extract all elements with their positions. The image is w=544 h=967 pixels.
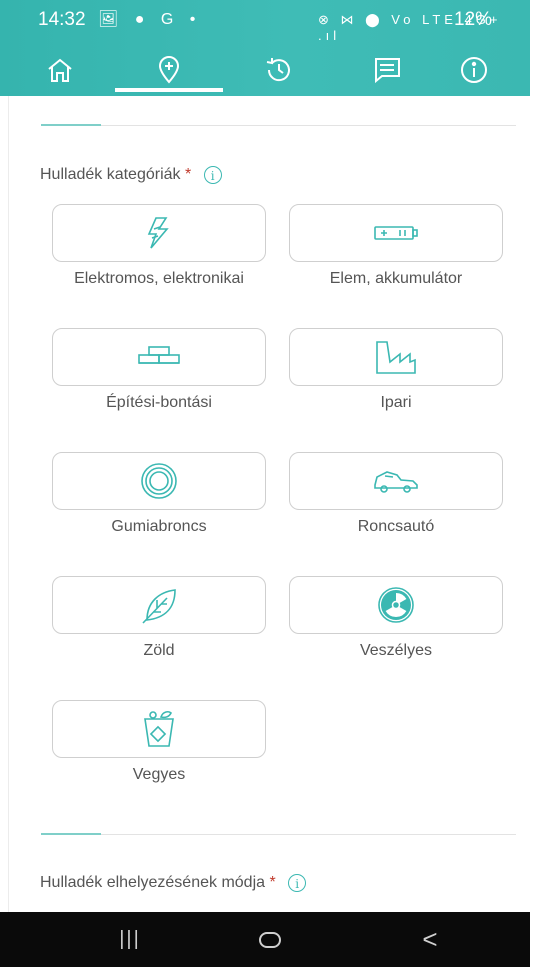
placement-label: Hulladék elhelyezésének módja: [40, 874, 266, 892]
lightning-icon: [147, 217, 169, 249]
section-divider: [41, 834, 516, 835]
home-icon: [48, 58, 72, 82]
active-tab-indicator: [115, 88, 223, 92]
system-nav-bar: ||| <: [0, 912, 530, 967]
mixed-bin-icon: [144, 711, 174, 747]
message-icon: [375, 58, 400, 84]
status-notification-icons: 🖼 ● G •: [98, 11, 202, 28]
category-label: Ipari: [380, 394, 412, 411]
recents-button[interactable]: |||: [100, 912, 160, 967]
tire-icon: [141, 463, 177, 499]
back-button[interactable]: <: [400, 912, 460, 967]
category-battery[interactable]: [289, 204, 503, 262]
nav-info[interactable]: [420, 44, 528, 96]
category-construction[interactable]: [52, 328, 266, 386]
bricks-icon: [138, 346, 180, 364]
nav-home[interactable]: [6, 44, 114, 96]
category-label: Elektromos, elektronikai: [74, 270, 244, 287]
status-system-icons: ⊗ ⋈ ⬤ Vo LTE 4G+ .ıl: [318, 12, 502, 43]
section-divider-accent: [41, 833, 101, 835]
category-wrecked-car[interactable]: [289, 452, 503, 510]
category-industrial[interactable]: [289, 328, 503, 386]
required-marker: *: [184, 166, 192, 184]
wrecked-car-icon: [374, 471, 418, 493]
info-icon: [461, 57, 487, 83]
battery-icon: [374, 226, 418, 240]
category-mixed[interactable]: [52, 700, 266, 758]
battery-level: 12%: [454, 9, 493, 30]
info-icon[interactable]: i: [203, 166, 222, 184]
section-divider-accent: [41, 124, 101, 126]
category-label: Gumiabroncs: [111, 518, 207, 535]
category-label: Építési-bontási: [106, 394, 212, 411]
category-green[interactable]: [52, 576, 266, 634]
home-pill-icon: [259, 931, 281, 948]
history-icon: [266, 58, 290, 82]
category-label: Zöld: [143, 642, 175, 659]
categories-heading: Hulladék kategóriák * i: [40, 166, 222, 184]
top-nav: [0, 44, 530, 96]
radiation-icon: [378, 587, 414, 623]
home-button[interactable]: [240, 912, 300, 967]
form-content: Hulladék kategóriák * i Elektromos, elek…: [8, 96, 530, 912]
status-time: 14:32: [38, 9, 86, 30]
category-electronics[interactable]: [52, 204, 266, 262]
required-marker: *: [269, 874, 276, 892]
app-screen: 14:32 🖼 ● G • ⊗ ⋈ ⬤ Vo LTE 4G+ .ıl 12% H…: [0, 0, 530, 967]
nav-history[interactable]: [224, 44, 332, 96]
map-pin-icon: [158, 56, 180, 84]
status-bar: 14:32 🖼 ● G • ⊗ ⋈ ⬤ Vo LTE 4G+ .ıl 12%: [0, 0, 530, 43]
category-tire[interactable]: [52, 452, 266, 510]
app-header: 14:32 🖼 ● G • ⊗ ⋈ ⬤ Vo LTE 4G+ .ıl 12%: [0, 0, 530, 96]
category-label: Vegyes: [132, 766, 186, 783]
category-label: Elem, akkumulátor: [329, 270, 463, 287]
category-label: Roncsautó: [357, 518, 435, 535]
categories-label: Hulladék kategóriák: [40, 166, 181, 184]
factory-icon: [376, 341, 416, 374]
category-label: Veszélyes: [359, 642, 433, 659]
screenshot-edge: [530, 0, 544, 967]
section-divider: [41, 125, 516, 126]
placement-heading: Hulladék elhelyezésének módja * i: [40, 874, 307, 892]
info-icon[interactable]: i: [288, 874, 307, 892]
category-hazardous[interactable]: [289, 576, 503, 634]
leaf-icon: [142, 589, 176, 624]
